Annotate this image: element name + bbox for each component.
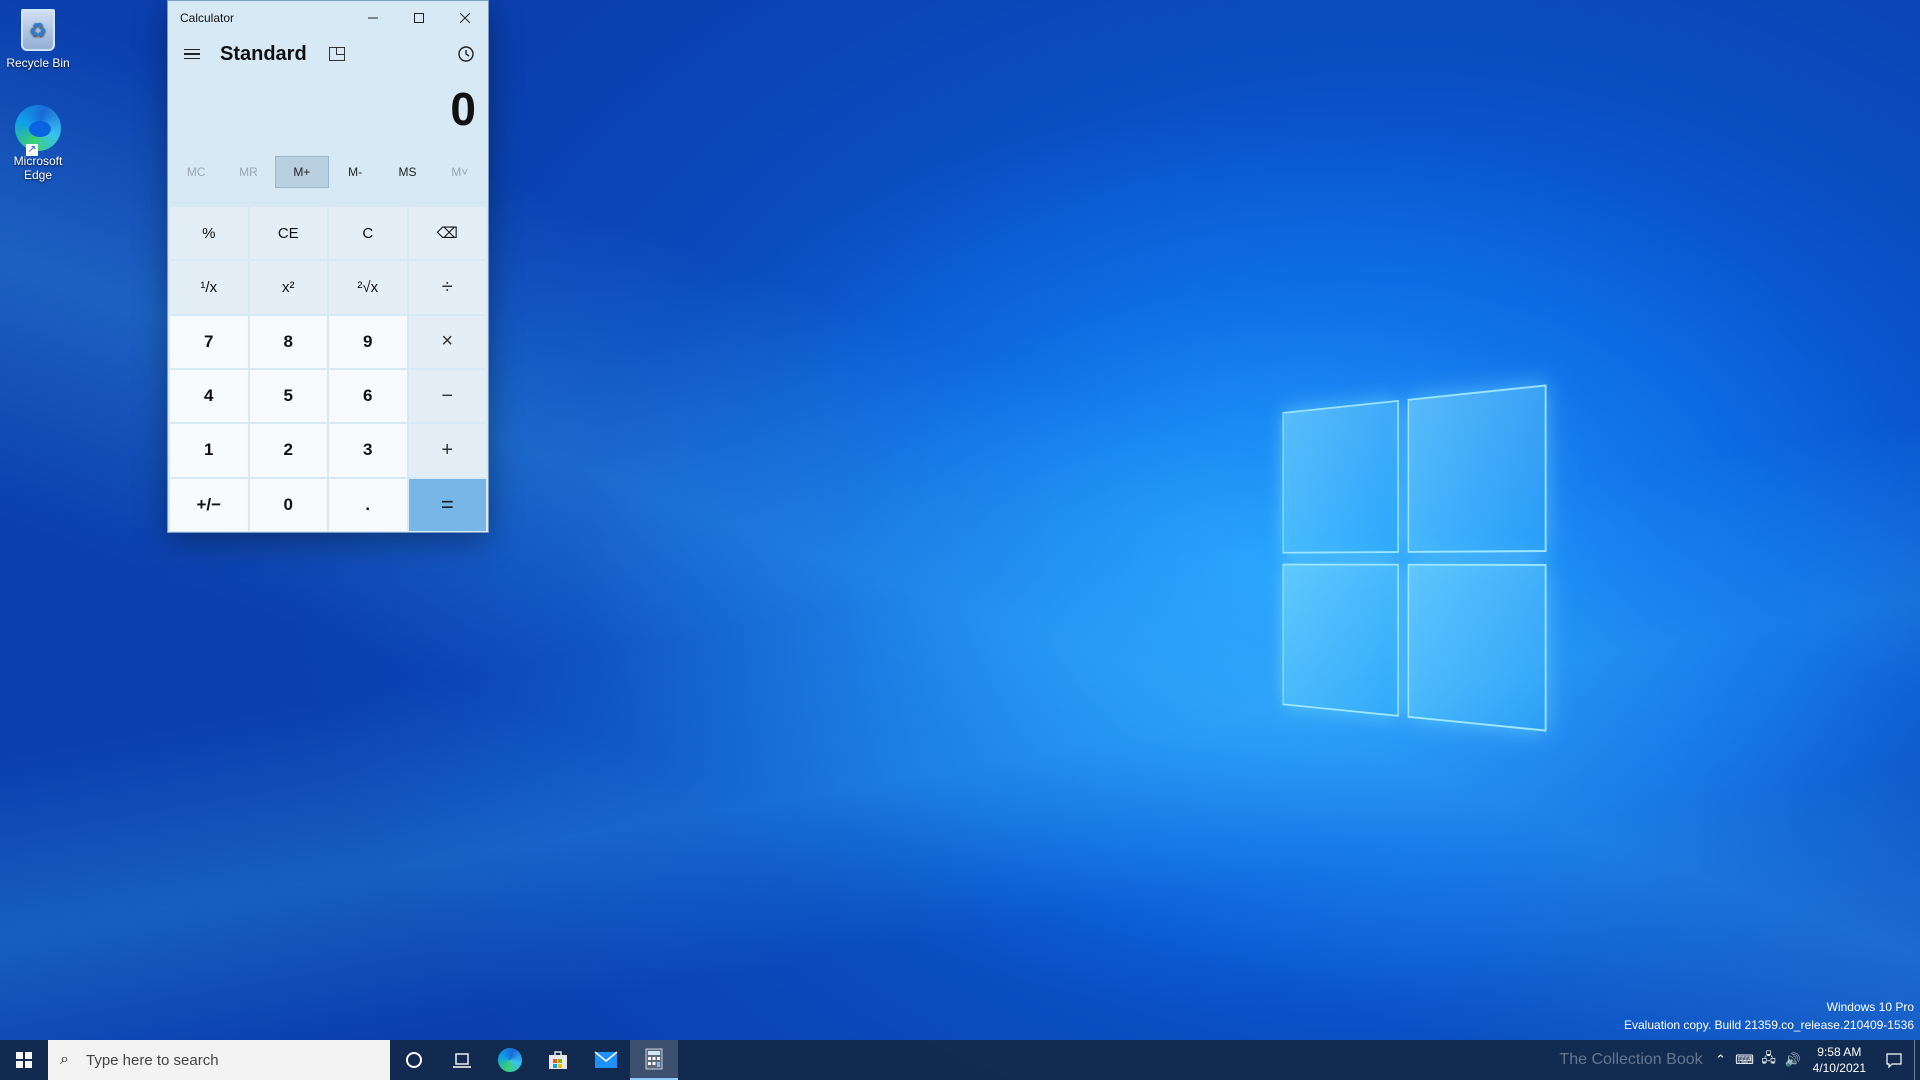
digit-3-key[interactable]: 3 bbox=[329, 424, 407, 477]
memory-list-button[interactable]: M˅ bbox=[434, 156, 486, 188]
minimize-button[interactable] bbox=[350, 1, 396, 34]
decimal-key[interactable]: . bbox=[329, 478, 407, 531]
close-icon bbox=[460, 12, 470, 23]
windows-start-icon bbox=[16, 1052, 32, 1068]
subtract-key[interactable]: − bbox=[408, 369, 486, 423]
watermark-build: Evaluation copy. Build 21359.co_release.… bbox=[1624, 1018, 1914, 1032]
task-view-button[interactable] bbox=[438, 1040, 486, 1080]
maximize-button[interactable] bbox=[396, 1, 442, 34]
digit-8-key[interactable]: 8 bbox=[249, 315, 327, 368]
search-placeholder: Type here to search bbox=[86, 1051, 219, 1069]
history-button[interactable] bbox=[454, 42, 478, 66]
clear-key[interactable]: C bbox=[329, 207, 407, 260]
calculator-header: Standard bbox=[168, 34, 488, 74]
tray-overlay-logo: The Collection Book bbox=[1559, 1051, 1703, 1068]
digit-6-key[interactable]: 6 bbox=[329, 369, 407, 423]
network-icon[interactable]: 🖧 bbox=[1757, 1049, 1781, 1071]
calculator-window: Calculator Standard 0 MC MR M+ M- MS M˅ bbox=[167, 0, 489, 533]
navigation-menu-button[interactable] bbox=[176, 38, 208, 70]
close-button[interactable] bbox=[442, 1, 488, 34]
memory-subtract-button[interactable]: M- bbox=[329, 156, 381, 188]
multiply-key[interactable]: × bbox=[408, 315, 486, 368]
square-root-key[interactable]: ²√x bbox=[329, 261, 407, 314]
show-desktop-button[interactable] bbox=[1914, 1040, 1920, 1080]
taskbar-edge-button[interactable] bbox=[486, 1040, 534, 1080]
search-icon: ⌕ bbox=[60, 1051, 69, 1068]
result-display: 0 bbox=[450, 83, 476, 135]
shortcut-arrow-icon: ↗ bbox=[26, 144, 38, 156]
volume-icon[interactable]: 🔊 bbox=[1781, 1052, 1805, 1068]
desktop-icon-label: Recycle Bin bbox=[6, 56, 70, 70]
clear-entry-key[interactable]: CE bbox=[249, 207, 327, 260]
store-icon bbox=[549, 1051, 567, 1069]
taskbar-calculator-button[interactable] bbox=[630, 1040, 678, 1080]
taskbar: ⌕ Type here to search The Collection Boo… bbox=[0, 1040, 1920, 1080]
taskbar-store-button[interactable] bbox=[534, 1040, 582, 1080]
memory-store-button[interactable]: MS bbox=[381, 156, 433, 188]
recycle-bin-icon: ♻ bbox=[21, 9, 55, 51]
calculator-icon bbox=[645, 1048, 663, 1070]
watermark-edition: Windows 10 Pro bbox=[1826, 1000, 1914, 1014]
minimize-icon bbox=[368, 17, 378, 18]
edge-icon bbox=[15, 105, 61, 151]
desktop-icon-microsoft-edge[interactable]: ↗ Microsoft Edge bbox=[0, 104, 76, 182]
divide-key[interactable]: ÷ bbox=[408, 261, 486, 314]
task-view-icon bbox=[453, 1053, 471, 1068]
digit-2-key[interactable]: 2 bbox=[249, 424, 327, 477]
cortana-button[interactable] bbox=[390, 1040, 438, 1080]
desktop-icon-recycle-bin[interactable]: ♻ Recycle Bin bbox=[0, 6, 76, 70]
memory-recall-button[interactable]: MR bbox=[222, 156, 274, 188]
clock-date: 4/10/2021 bbox=[1812, 1061, 1866, 1075]
memory-clear-button[interactable]: MC bbox=[170, 156, 222, 188]
history-icon bbox=[458, 46, 474, 62]
digit-0-key[interactable]: 0 bbox=[249, 478, 327, 531]
desktop-icon-label: Microsoft Edge bbox=[13, 154, 63, 182]
action-center-button[interactable] bbox=[1874, 1052, 1914, 1068]
show-hidden-icons-chevron-icon[interactable]: ⌃ bbox=[1709, 1052, 1733, 1068]
memory-add-button[interactable]: M+ bbox=[274, 156, 329, 188]
taskbar-mail-button[interactable] bbox=[582, 1040, 630, 1080]
backspace-key[interactable]: ⌫ bbox=[408, 207, 486, 260]
reciprocal-key[interactable]: ¹/x bbox=[170, 261, 248, 314]
notification-icon bbox=[1886, 1053, 1902, 1068]
equals-key[interactable]: = bbox=[408, 478, 486, 531]
windows-logo-wallpaper bbox=[1282, 384, 1550, 740]
digit-7-key[interactable]: 7 bbox=[170, 315, 248, 368]
window-title: Calculator bbox=[180, 10, 235, 25]
title-bar[interactable]: Calculator bbox=[168, 1, 488, 34]
percent-key[interactable]: % bbox=[170, 207, 248, 260]
digit-1-key[interactable]: 1 bbox=[170, 424, 248, 477]
digit-4-key[interactable]: 4 bbox=[170, 369, 248, 423]
start-button[interactable] bbox=[0, 1040, 48, 1080]
taskbar-clock[interactable]: 9:58 AM 4/10/2021 bbox=[1805, 1044, 1874, 1076]
edge-icon bbox=[498, 1048, 522, 1072]
keypad: % CE C ⌫ ¹/x x² ²√x ÷ 7 8 9 × 4 5 6 − 1 … bbox=[170, 207, 486, 531]
negate-key[interactable]: +/− bbox=[170, 478, 248, 531]
memory-row: MC MR M+ M- MS M˅ bbox=[168, 156, 488, 188]
add-key[interactable]: + bbox=[408, 424, 486, 477]
mode-title: Standard bbox=[220, 42, 307, 65]
maximize-icon bbox=[414, 12, 424, 23]
cortana-icon bbox=[406, 1052, 422, 1068]
evaluation-watermark: Windows 10 Pro Evaluation copy. Build 21… bbox=[1624, 998, 1914, 1034]
clock-time: 9:58 AM bbox=[1817, 1045, 1862, 1059]
digit-9-key[interactable]: 9 bbox=[329, 315, 407, 368]
keep-on-top-icon[interactable] bbox=[328, 47, 345, 61]
taskbar-search-box[interactable]: ⌕ Type here to search bbox=[48, 1040, 390, 1080]
keyboard-icon[interactable]: ⌨ bbox=[1733, 1052, 1757, 1068]
square-key[interactable]: x² bbox=[249, 261, 327, 314]
system-tray: The Collection Book ⌃ ⌨ 🖧 🔊 9:58 AM 4/10… bbox=[1559, 1040, 1920, 1080]
digit-5-key[interactable]: 5 bbox=[249, 369, 327, 423]
mail-icon bbox=[594, 1051, 618, 1068]
